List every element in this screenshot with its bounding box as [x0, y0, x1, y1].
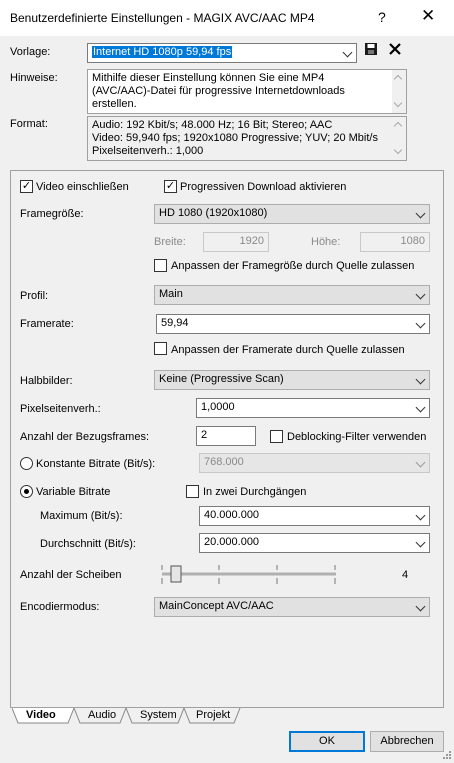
cancel-button[interactable]: Abbrechen [370, 731, 444, 752]
save-icon[interactable] [364, 42, 378, 56]
encode-mode-label: Encodiermodus: [20, 601, 100, 613]
window-title: Benutzerdefinierte Einstellungen - MAGIX… [10, 11, 315, 25]
chevron-down-icon [415, 289, 426, 300]
deblocking-checkbox[interactable] [270, 430, 283, 443]
slices-slider[interactable] [160, 563, 340, 587]
scroll-down-icon[interactable] [393, 98, 403, 108]
resize-grip-icon[interactable] [442, 750, 452, 760]
tab-system[interactable]: System [140, 709, 177, 721]
width-label: Breite: [154, 236, 186, 248]
progressive-download-label: Progressiven Download aktivieren [180, 181, 347, 193]
help-icon[interactable]: ? [378, 9, 386, 25]
ok-button[interactable]: OK [289, 731, 365, 752]
average-label: Durchschnitt (Bit/s): [40, 538, 136, 550]
progressive-download-checkbox[interactable]: ✓ [164, 180, 177, 193]
frame-size-label: Framegröße: [20, 208, 84, 220]
format-scrollbar[interactable] [392, 117, 406, 160]
variable-bitrate-radio[interactable] [20, 485, 33, 498]
maximum-label: Maximum (Bit/s): [40, 510, 123, 522]
scroll-down-icon[interactable] [393, 145, 403, 155]
format-text: Audio: 192 Kbit/s; 48.000 Hz; 16 Bit; St… [87, 116, 407, 161]
tab-projekt[interactable]: Projekt [196, 709, 230, 721]
ref-frames-label: Anzahl der Bezugsframes: [20, 431, 150, 443]
match-frame-rate-checkbox[interactable] [154, 342, 167, 355]
width-input[interactable]: 1920 [203, 232, 269, 252]
frame-size-select[interactable]: HD 1080 (1920x1080) [154, 204, 430, 224]
chevron-down-icon [415, 402, 426, 413]
notes-scrollbar[interactable] [392, 70, 406, 113]
profile-select[interactable]: Main [154, 285, 430, 305]
constant-bitrate-select[interactable]: 768.000 [199, 453, 430, 473]
scroll-up-icon[interactable] [393, 121, 403, 131]
average-select[interactable]: 20.000.000 [199, 533, 430, 553]
deblocking-label: Deblocking-Filter verwenden [287, 431, 427, 443]
notes-label: Hinweise: [10, 72, 58, 84]
chevron-down-icon [342, 47, 353, 58]
tab-video[interactable]: Video [26, 709, 56, 721]
slices-label: Anzahl der Scheiben [20, 569, 122, 581]
template-value: Internet HD 1080p 59,94 fps [92, 46, 233, 58]
match-frame-rate-label: Anpassen der Framerate durch Quelle zula… [171, 344, 405, 356]
template-select[interactable]: Internet HD 1080p 59,94 fps [87, 43, 357, 63]
include-video-checkbox[interactable]: ✓ [20, 180, 33, 193]
chevron-down-icon [415, 374, 426, 385]
format-label: Format: [10, 118, 48, 130]
fields-label: Halbbilder: [20, 375, 73, 387]
chevron-down-icon [415, 318, 426, 329]
constant-bitrate-label: Konstante Bitrate (Bit/s): [36, 458, 156, 470]
match-frame-size-checkbox[interactable] [154, 259, 167, 272]
profile-label: Profil: [20, 290, 49, 302]
height-label: Höhe: [311, 236, 341, 248]
chevron-down-icon [415, 510, 426, 521]
maximum-select[interactable]: 40.000.000 [199, 506, 430, 526]
two-pass-label: In zwei Durchgängen [203, 486, 307, 498]
tab-strip: Video Audio System Projekt [12, 708, 242, 724]
match-frame-size-label: Anpassen der Framegröße durch Quelle zul… [171, 260, 415, 272]
constant-bitrate-radio[interactable] [20, 457, 33, 470]
chevron-down-icon [415, 457, 426, 468]
slices-value: 4 [402, 569, 409, 581]
chevron-down-icon [415, 601, 426, 612]
encode-mode-select[interactable]: MainConcept AVC/AAC [154, 597, 430, 617]
include-video-label: Video einschließen [36, 181, 129, 193]
fields-select[interactable]: Keine (Progressive Scan) [154, 370, 430, 390]
notes-text: Mithilfe dieser Einstellung können Sie e… [87, 69, 407, 114]
title-bar: Benutzerdefinierte Einstellungen - MAGIX… [0, 0, 454, 36]
chevron-down-icon [415, 537, 426, 548]
tab-audio[interactable]: Audio [88, 709, 116, 721]
delete-icon[interactable] [388, 42, 402, 56]
ref-frames-input[interactable]: 2 [196, 426, 256, 446]
frame-rate-label: Framerate: [20, 318, 74, 330]
template-label: Vorlage: [10, 46, 51, 58]
two-pass-checkbox[interactable] [186, 485, 199, 498]
variable-bitrate-label: Variable Bitrate [36, 486, 111, 498]
frame-rate-select[interactable]: 59,94 [156, 314, 430, 334]
chevron-down-icon [415, 208, 426, 219]
pixel-aspect-select[interactable]: 1,0000 [196, 398, 430, 418]
pixel-aspect-label: Pixelseitenverh.: [20, 403, 101, 415]
close-icon[interactable]: ✕ [421, 6, 435, 26]
scroll-up-icon[interactable] [393, 74, 403, 84]
height-input[interactable]: 1080 [360, 232, 430, 252]
